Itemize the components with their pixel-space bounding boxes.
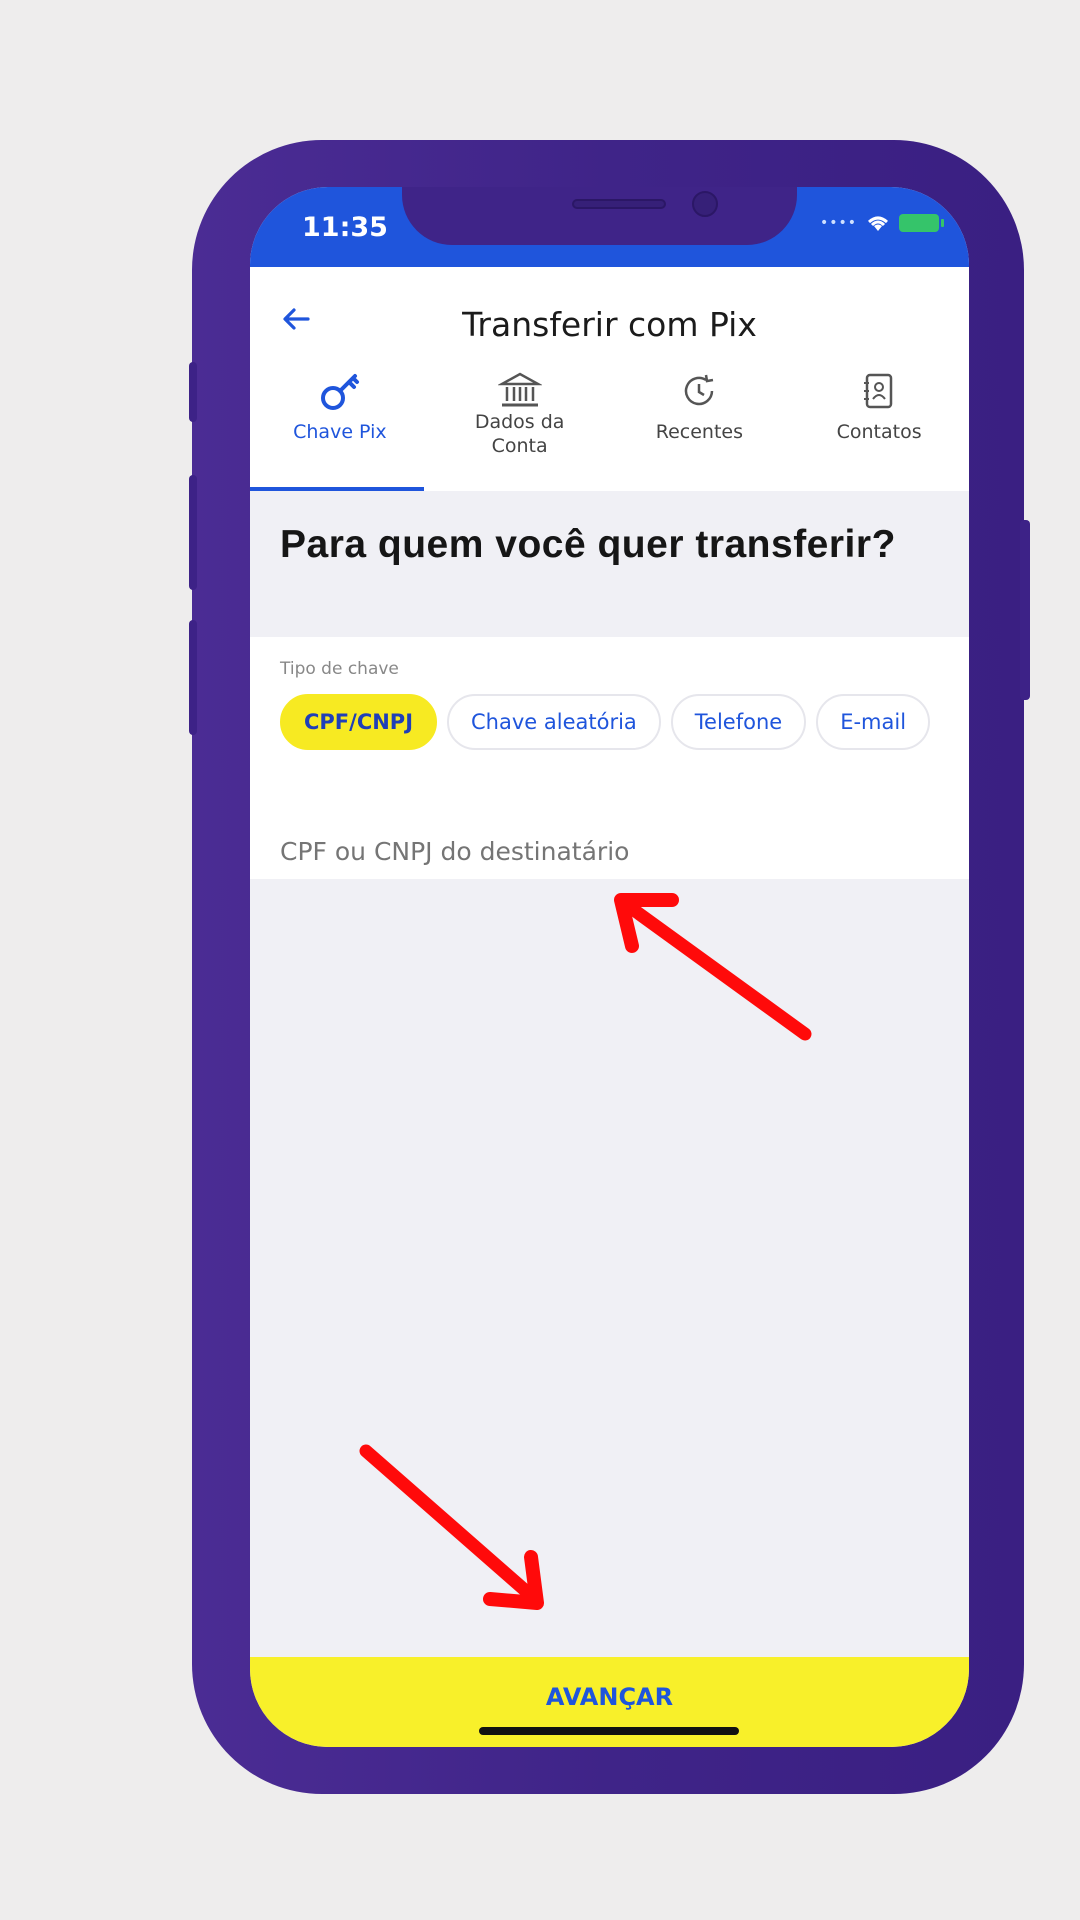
tab-contatos[interactable]: Contatos — [789, 362, 969, 472]
chip-email[interactable]: E-mail — [816, 694, 931, 750]
status-icons: •••• — [819, 213, 944, 233]
home-indicator — [479, 1727, 739, 1735]
contacts-icon — [864, 373, 893, 409]
tab-chave-pix[interactable]: Chave Pix — [250, 362, 430, 472]
history-icon — [685, 374, 714, 406]
front-camera — [692, 191, 718, 217]
bank-icon — [497, 372, 542, 407]
tab-label: Dados da Conta — [474, 411, 565, 457]
page-title: Transferir com Pix — [462, 305, 757, 344]
recipient-input[interactable] — [280, 837, 940, 866]
battery-icon — [899, 214, 944, 232]
chip-chave-aleatoria[interactable]: Chave aleatória — [447, 694, 661, 750]
phone-side-button — [189, 475, 197, 590]
tab-dados-da-conta[interactable]: Dados da Conta — [430, 362, 610, 472]
tab-label: Chave Pix — [293, 421, 387, 443]
pix-key-icon — [320, 374, 359, 410]
wifi-icon — [868, 216, 888, 231]
speaker-grille — [572, 199, 666, 209]
key-type-chips: CPF/CNPJ Chave aleatória Telefone E-mail — [280, 694, 931, 750]
phone-screen: 11:35 •••• Transferir com Pix Chave Pix … — [250, 187, 969, 1747]
phone-notch — [402, 187, 797, 245]
tab-bar: Chave Pix Dados da Conta Recentes Contat… — [250, 362, 969, 472]
phone-side-button — [189, 620, 197, 735]
key-type-label: Tipo de chave — [280, 659, 399, 679]
status-time: 11:35 — [302, 212, 388, 243]
page-heading: Para quem você quer transferir? — [280, 523, 896, 566]
chip-telefone[interactable]: Telefone — [670, 694, 807, 750]
continue-button-label: AVANÇAR — [545, 1683, 674, 1711]
tab-label: Recentes — [655, 421, 743, 443]
tab-recentes[interactable]: Recentes — [610, 362, 790, 472]
phone-side-button — [1020, 520, 1030, 700]
tab-label: Contatos — [836, 421, 922, 443]
heading-section: Para quem você quer transferir? — [250, 491, 969, 637]
signal-icon: •••• — [819, 215, 857, 231]
phone-side-button — [189, 362, 197, 422]
recipient-form: Tipo de chave CPF/CNPJ Chave aleatória T… — [250, 637, 969, 879]
chip-cpf-cnpj[interactable]: CPF/CNPJ — [280, 694, 438, 750]
